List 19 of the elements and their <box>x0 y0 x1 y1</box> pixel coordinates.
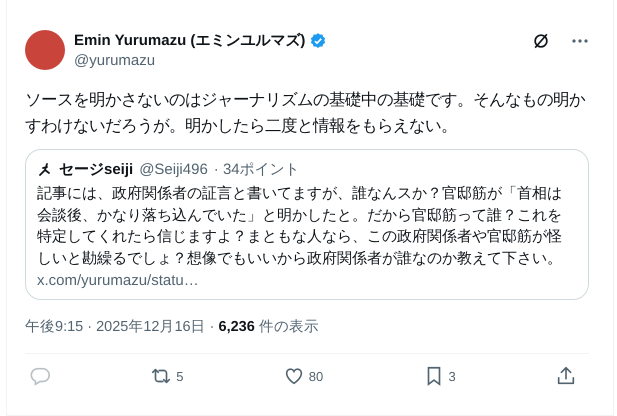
bookmark-button[interactable]: 3 <box>422 365 456 387</box>
more-icon[interactable] <box>571 38 589 44</box>
author-handle[interactable]: @yurumazu <box>74 52 522 69</box>
post-meta: 午後9:15 · 2025年12月16日 · 6,236 件の表示 <box>25 318 320 336</box>
quoted-post[interactable]: セージseiji @Seiji496 · 34ポイント 記事には、政府関係者の証言と書いてますが、誰なんスか？官邸筋が「首相は会談後、かなり落ち込んでいた」と明かしたと。だから官邸筋って誰？これを特定してくれたら信じますよ？まともな人なら、この政府関係者や官邸筋が怪しいと勘繰るでしょ？想像でもいいから政府関係者が誰なのか教えて下さい。 x.com/yurumazu/statu… <box>25 149 589 300</box>
quoted-text: 記事には、政府関係者の証言と書いてますが、誰なんスか？官邸筋が「首相は会談後、かなり落ち込んでいた」と明かしたと。だから官邸筋って誰？これを特定してくれたら信じますよ？まともな人なら、この政府関係者や官邸筋が怪しいと勘繰るでしょ？想像でもいいから政府関係者が誰なのか教えて下さい。 <box>37 184 563 268</box>
share-button[interactable] <box>555 365 577 387</box>
like-button[interactable]: 80 <box>282 365 324 387</box>
post-text: ソースを明かさないのはジャーナリズムの基礎中の基礎です。そんなもの明かすわけないだろうが。明かしたら二度と情報をもらえない。 <box>25 90 586 137</box>
repost-button[interactable]: 5 <box>150 365 184 387</box>
quoted-link[interactable]: x.com/yurumazu/statu… <box>37 272 576 289</box>
avatar[interactable] <box>25 30 65 70</box>
reply-icon <box>29 365 51 387</box>
share-icon <box>555 365 577 387</box>
author-name[interactable]: Emin Yurumazu (エミンユルマズ) <box>74 31 306 50</box>
quoted-points: · 34ポイント <box>214 160 300 179</box>
quoted-author-name: セージseiji <box>59 160 134 179</box>
running-figure-icon <box>37 162 53 178</box>
quoted-author-handle: @Seiji496 <box>139 161 208 178</box>
